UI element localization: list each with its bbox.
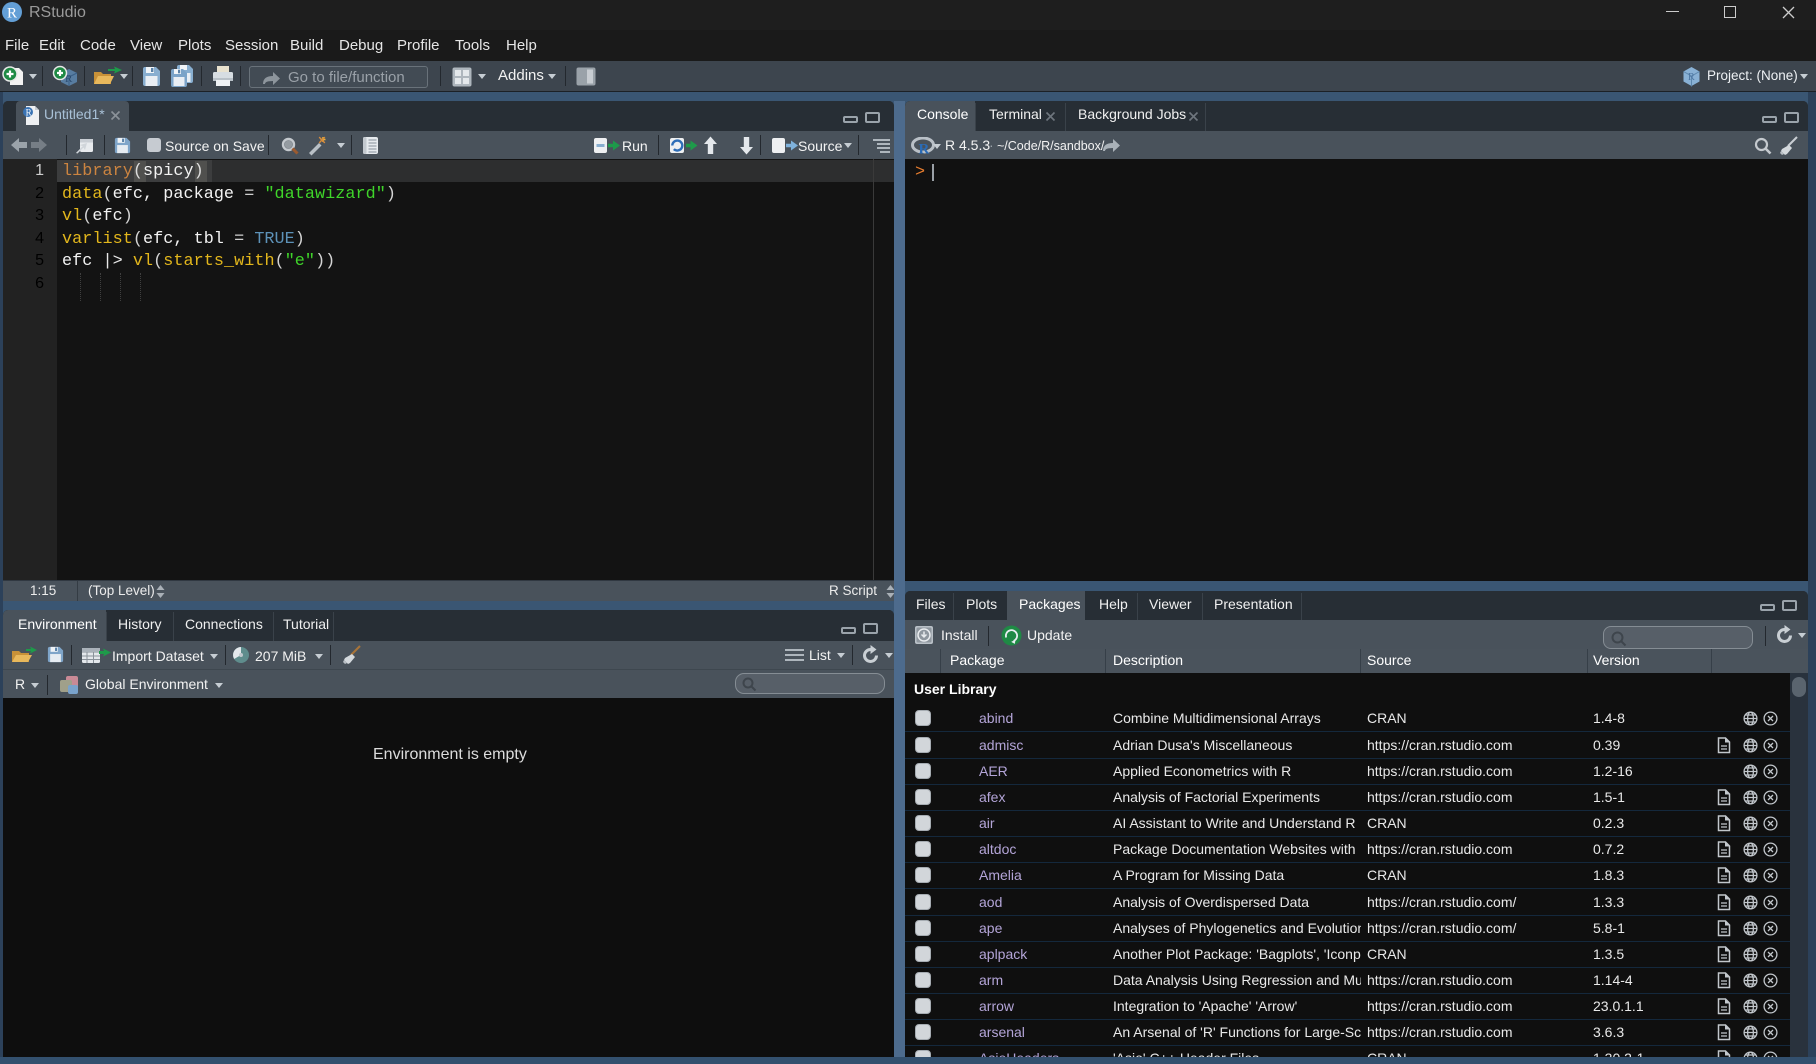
svg-text:R: R xyxy=(26,108,32,118)
svg-text:R: R xyxy=(7,6,17,22)
svg-text:R: R xyxy=(919,142,930,156)
svg-text:R: R xyxy=(1688,72,1695,83)
